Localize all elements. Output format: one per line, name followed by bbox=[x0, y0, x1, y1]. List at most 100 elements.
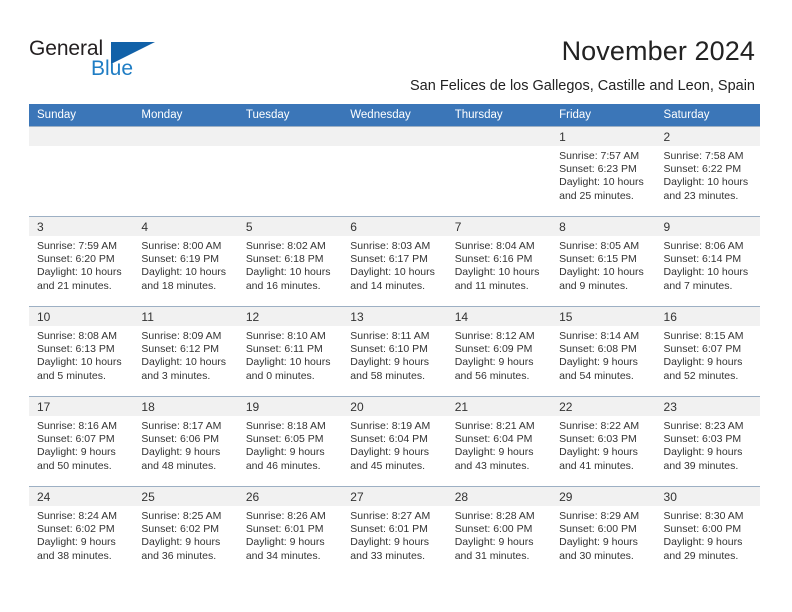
calendar-day-cell[interactable]: 28 Sunrise: 8:28 AM Sunset: 6:00 PM Dayligh… bbox=[446, 486, 552, 577]
sunrise-text: Sunrise: 8:17 AM bbox=[141, 420, 222, 432]
calendar-day-cell[interactable]: 19 Sunrise: 8:18 AM Sunset: 6:05 PM Dayligh… bbox=[237, 396, 343, 487]
day-number: 30 bbox=[663, 490, 677, 504]
day-number: 8 bbox=[559, 220, 566, 234]
calendar-day-cell[interactable]: 27 Sunrise: 8:27 AM Sunset: 6:01 PM Dayligh… bbox=[342, 486, 447, 577]
calendar-body: 1 Sunrise: 7:57 AM Sunset: 6:23 PM Daylight… bbox=[29, 126, 760, 577]
day-cell-inner: 19 Sunrise: 8:18 AM Sunset: 6:05 PM Dayligh… bbox=[237, 397, 343, 486]
day-cell-inner: 16 Sunrise: 8:15 AM Sunset: 6:07 PM Dayligh… bbox=[655, 307, 760, 396]
calendar-day-cell[interactable]: 11 Sunrise: 8:09 AM Sunset: 6:12 PM Dayligh… bbox=[133, 306, 238, 397]
sunrise-text: Sunrise: 8:21 AM bbox=[454, 420, 535, 432]
calendar-day-cell[interactable]: 30 Sunrise: 8:30 AM Sunset: 6:00 PM Dayligh… bbox=[655, 486, 760, 577]
daylight-text: Daylight: 9 hours and 46 minutes. bbox=[245, 446, 325, 472]
daylight-text: Daylight: 10 hours and 0 minutes. bbox=[245, 356, 331, 382]
calendar-day-cell[interactable]: 8 Sunrise: 8:05 AM Sunset: 6:15 PM Daylight… bbox=[551, 216, 656, 307]
day-number-band: 6 bbox=[342, 217, 447, 236]
daylight-text: Daylight: 9 hours and 58 minutes. bbox=[350, 356, 430, 382]
sunrise-text: Sunrise: 8:23 AM bbox=[663, 420, 744, 432]
day-details: Sunrise: 7:57 AM Sunset: 6:23 PM Daylight:… bbox=[551, 146, 655, 203]
general-blue-logo[interactable]: General Blue bbox=[29, 38, 159, 84]
calendar-page: General Blue November 2024 San Felices d… bbox=[0, 0, 792, 612]
calendar-day-cell[interactable]: 21 Sunrise: 8:21 AM Sunset: 6:04 PM Dayligh… bbox=[446, 396, 552, 487]
day-cell-inner: 15 Sunrise: 8:14 AM Sunset: 6:08 PM Dayligh… bbox=[551, 307, 656, 396]
day-number: 16 bbox=[663, 310, 677, 324]
daylight-text: Daylight: 9 hours and 31 minutes. bbox=[454, 536, 534, 562]
calendar-day-cell[interactable]: 1 Sunrise: 7:57 AM Sunset: 6:23 PM Daylight… bbox=[551, 126, 656, 217]
calendar-day-cell[interactable]: 7 Sunrise: 8:04 AM Sunset: 6:16 PM Daylight… bbox=[446, 216, 552, 307]
day-number-band: 1 bbox=[551, 127, 656, 146]
day-number-band: 23 bbox=[655, 397, 760, 416]
day-number: 17 bbox=[37, 400, 51, 414]
calendar-day-cell[interactable]: 22 Sunrise: 8:22 AM Sunset: 6:03 PM Dayligh… bbox=[551, 396, 656, 487]
day-details: Sunrise: 8:04 AM Sunset: 6:16 PM Daylight:… bbox=[447, 236, 551, 293]
sunrise-text: Sunrise: 8:02 AM bbox=[245, 240, 326, 252]
calendar-day-cell[interactable]: 10 Sunrise: 8:08 AM Sunset: 6:13 PM Dayligh… bbox=[29, 306, 134, 397]
sunset-text: Sunset: 6:14 PM bbox=[663, 253, 742, 266]
calendar-day-cell-empty bbox=[133, 126, 238, 217]
day-number-band bbox=[446, 127, 552, 146]
day-number-band: 5 bbox=[237, 217, 343, 236]
calendar-day-cell[interactable]: 18 Sunrise: 8:17 AM Sunset: 6:06 PM Dayligh… bbox=[133, 396, 238, 487]
day-cell-inner: 1 Sunrise: 7:57 AM Sunset: 6:23 PM Daylight… bbox=[551, 127, 656, 216]
daylight-text: Daylight: 9 hours and 45 minutes. bbox=[350, 446, 430, 472]
calendar-day-cell[interactable]: 29 Sunrise: 8:29 AM Sunset: 6:00 PM Dayligh… bbox=[551, 486, 656, 577]
daylight-text: Daylight: 10 hours and 9 minutes. bbox=[559, 266, 644, 292]
day-number: 21 bbox=[454, 400, 469, 414]
sunrise-text: Sunrise: 7:59 AM bbox=[37, 240, 117, 252]
daylight-text: Daylight: 9 hours and 34 minutes. bbox=[245, 536, 325, 562]
calendar-day-cell[interactable]: 2 Sunrise: 7:58 AM Sunset: 6:22 PM Daylight… bbox=[655, 126, 760, 217]
calendar-day-cell[interactable]: 16 Sunrise: 8:15 AM Sunset: 6:07 PM Dayligh… bbox=[655, 306, 760, 397]
sunset-text: Sunset: 6:02 PM bbox=[37, 523, 115, 536]
calendar-day-cell[interactable]: 25 Sunrise: 8:25 AM Sunset: 6:02 PM Dayligh… bbox=[133, 486, 238, 577]
day-details: Sunrise: 8:18 AM Sunset: 6:05 PM Daylight:… bbox=[238, 416, 342, 473]
calendar-day-cell[interactable]: 23 Sunrise: 8:23 AM Sunset: 6:03 PM Dayligh… bbox=[655, 396, 760, 487]
day-cell-inner bbox=[237, 127, 343, 216]
day-number: 5 bbox=[245, 220, 253, 234]
calendar-day-cell[interactable]: 14 Sunrise: 8:12 AM Sunset: 6:09 PM Dayligh… bbox=[446, 306, 552, 397]
day-details: Sunrise: 8:25 AM Sunset: 6:02 PM Daylight:… bbox=[133, 506, 237, 563]
day-cell-inner: 27 Sunrise: 8:27 AM Sunset: 6:01 PM Dayligh… bbox=[342, 487, 447, 577]
weekday-header-sunday: Sunday bbox=[29, 104, 134, 127]
day-number-band: 13 bbox=[342, 307, 447, 326]
sunrise-text: Sunrise: 8:16 AM bbox=[37, 420, 117, 432]
calendar-day-cell[interactable]: 9 Sunrise: 8:06 AM Sunset: 6:14 PM Daylight… bbox=[655, 216, 760, 307]
day-number-band: 26 bbox=[237, 487, 343, 506]
day-number: 23 bbox=[663, 400, 677, 414]
sunrise-text: Sunrise: 8:11 AM bbox=[350, 330, 430, 342]
day-number: 26 bbox=[245, 490, 260, 504]
calendar-day-cell[interactable]: 6 Sunrise: 8:03 AM Sunset: 6:17 PM Daylight… bbox=[342, 216, 447, 307]
sunrise-text: Sunrise: 8:19 AM bbox=[350, 420, 431, 432]
sunrise-text: Sunrise: 7:57 AM bbox=[559, 150, 640, 162]
day-details: Sunrise: 8:27 AM Sunset: 6:01 PM Daylight:… bbox=[342, 506, 446, 563]
sunset-text: Sunset: 6:22 PM bbox=[663, 163, 742, 176]
calendar-day-cell[interactable]: 24 Sunrise: 8:24 AM Sunset: 6:02 PM Dayligh… bbox=[29, 486, 134, 577]
calendar-day-cell[interactable]: 15 Sunrise: 8:14 AM Sunset: 6:08 PM Dayligh… bbox=[551, 306, 656, 397]
sunrise-text: Sunrise: 8:06 AM bbox=[663, 240, 744, 252]
daylight-text: Daylight: 10 hours and 11 minutes. bbox=[454, 266, 540, 292]
day-number: 15 bbox=[559, 310, 573, 324]
day-details: Sunrise: 8:12 AM Sunset: 6:09 PM Daylight:… bbox=[447, 326, 551, 383]
calendar-day-cell[interactable]: 20 Sunrise: 8:19 AM Sunset: 6:04 PM Dayligh… bbox=[342, 396, 447, 487]
calendar-day-cell[interactable]: 17 Sunrise: 8:16 AM Sunset: 6:07 PM Dayligh… bbox=[29, 396, 134, 487]
day-details: Sunrise: 8:09 AM Sunset: 6:12 PM Daylight:… bbox=[133, 326, 237, 383]
calendar-day-cell[interactable]: 26 Sunrise: 8:26 AM Sunset: 6:01 PM Dayligh… bbox=[237, 486, 343, 577]
day-cell-inner bbox=[342, 127, 447, 216]
calendar-day-cell[interactable]: 12 Sunrise: 8:10 AM Sunset: 6:11 PM Dayligh… bbox=[237, 306, 343, 397]
day-details: Sunrise: 8:22 AM Sunset: 6:03 PM Daylight:… bbox=[551, 416, 655, 473]
sunset-text: Sunset: 6:17 PM bbox=[350, 253, 428, 266]
day-number-band: 10 bbox=[29, 307, 134, 326]
day-cell-inner: 4 Sunrise: 8:00 AM Sunset: 6:19 PM Daylight… bbox=[133, 217, 238, 306]
day-number: 4 bbox=[141, 220, 149, 234]
calendar-day-cell[interactable]: 5 Sunrise: 8:02 AM Sunset: 6:18 PM Daylight… bbox=[237, 216, 343, 307]
sunset-text: Sunset: 6:11 PM bbox=[245, 343, 323, 356]
day-details: Sunrise: 8:08 AM Sunset: 6:13 PM Daylight:… bbox=[29, 326, 133, 383]
calendar-day-cell[interactable]: 3 Sunrise: 7:59 AM Sunset: 6:20 PM Daylight… bbox=[29, 216, 134, 307]
calendar-day-cell[interactable]: 13 Sunrise: 8:11 AM Sunset: 6:10 PM Dayligh… bbox=[342, 306, 447, 397]
day-number-band: 11 bbox=[133, 307, 238, 326]
day-number: 14 bbox=[454, 310, 469, 324]
day-number: 18 bbox=[141, 400, 155, 414]
calendar-day-cell[interactable]: 4 Sunrise: 8:00 AM Sunset: 6:19 PM Daylight… bbox=[133, 216, 238, 307]
sunset-text: Sunset: 6:09 PM bbox=[454, 343, 533, 356]
day-number-band bbox=[342, 127, 447, 146]
logo-text-blue: Blue bbox=[91, 57, 134, 80]
sunset-text: Sunset: 6:23 PM bbox=[559, 163, 637, 176]
